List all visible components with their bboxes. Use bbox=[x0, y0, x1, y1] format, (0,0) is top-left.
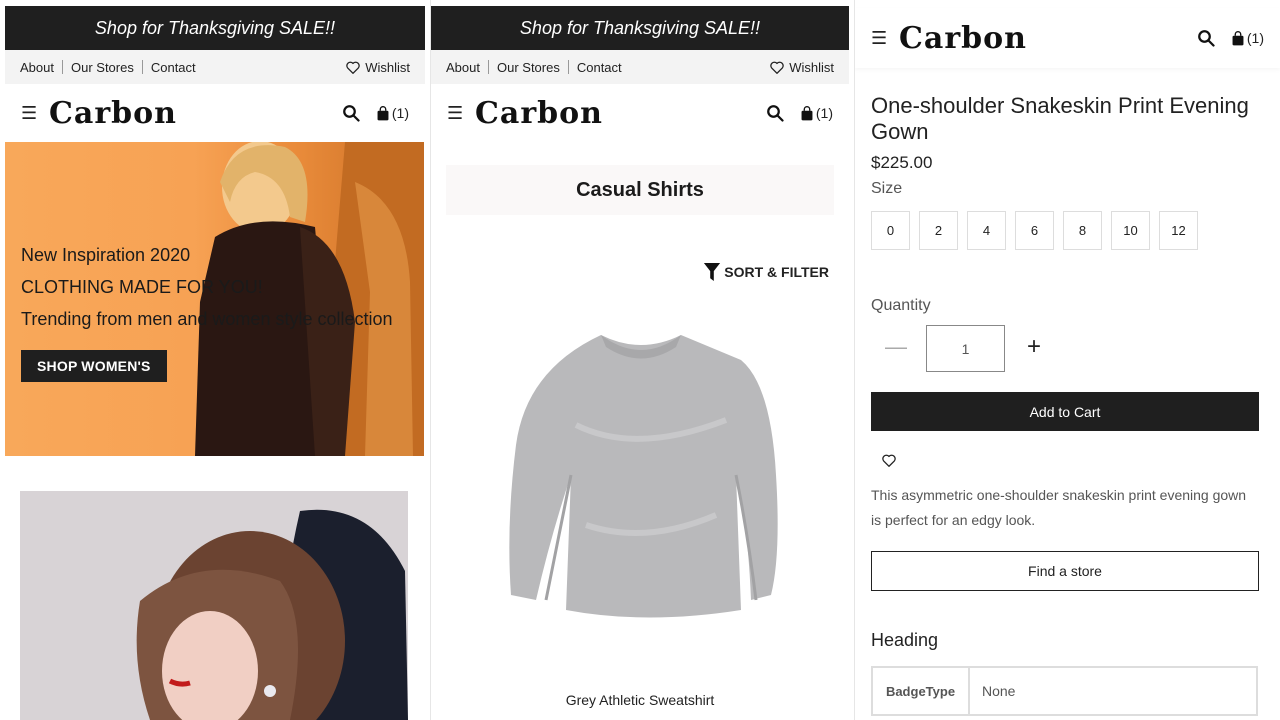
cart-button[interactable]: (1) bbox=[800, 105, 833, 121]
shopping-bag-icon bbox=[377, 105, 389, 120]
site-header: ☰ Carbon (1) bbox=[5, 86, 425, 140]
search-icon[interactable] bbox=[766, 104, 784, 122]
sort-filter-label: SORT & FILTER bbox=[724, 264, 829, 280]
cart-button[interactable]: (1) bbox=[376, 105, 409, 121]
wishlist-link[interactable]: Wishlist bbox=[770, 60, 834, 75]
promo-text: Shop for Thanksgiving SALE!! bbox=[519, 17, 761, 38]
hamburger-icon[interactable]: ☰ bbox=[871, 28, 899, 49]
divider bbox=[61, 60, 63, 74]
hero-line-1: New Inspiration 2020 bbox=[21, 245, 191, 265]
site-header: ☰ Carbon (1) bbox=[431, 86, 849, 140]
product-name-link[interactable]: Grey Athletic Sweatshirt bbox=[431, 692, 849, 708]
heart-icon bbox=[770, 61, 784, 74]
logo[interactable]: Carbon bbox=[899, 21, 1027, 56]
quantity-input[interactable]: 1 bbox=[926, 325, 1005, 372]
quantity-increment-button[interactable]: + bbox=[1027, 333, 1041, 361]
search-icon[interactable] bbox=[1197, 29, 1215, 47]
heart-icon bbox=[346, 61, 360, 74]
find-store-button[interactable]: Find a store bbox=[871, 551, 1259, 591]
hero-line-3: Trending from men and women style collec… bbox=[21, 309, 393, 329]
home-screen: Shop for Thanksgiving SALE!! About Our S… bbox=[0, 0, 430, 720]
divider bbox=[487, 60, 489, 74]
category-title: Casual Shirts bbox=[576, 178, 704, 201]
about-link[interactable]: About bbox=[446, 60, 480, 75]
attribute-key: BadgeType bbox=[873, 668, 970, 714]
model-photo[interactable] bbox=[20, 491, 408, 720]
size-option[interactable]: 10 bbox=[1111, 211, 1150, 250]
wishlist-label: Wishlist bbox=[789, 59, 834, 75]
size-label: Size bbox=[871, 180, 903, 197]
utility-bar: About Our Stores Contact Wishlist bbox=[5, 50, 425, 84]
divider bbox=[141, 60, 143, 74]
logo[interactable]: Carbon bbox=[475, 96, 603, 131]
hero-line-2: CLOTHING MADE FOR YOU! bbox=[21, 277, 263, 297]
category-title-bar: Casual Shirts bbox=[446, 165, 834, 215]
logo[interactable]: Carbon bbox=[49, 96, 177, 131]
model-photo-image bbox=[20, 491, 408, 720]
quantity-decrement-button[interactable]: — bbox=[885, 334, 907, 360]
promo-banner[interactable]: Shop for Thanksgiving SALE!! bbox=[431, 6, 849, 50]
shopping-bag-icon bbox=[1232, 30, 1244, 45]
size-option[interactable]: 2 bbox=[919, 211, 958, 250]
contact-link[interactable]: Contact bbox=[151, 60, 196, 75]
product-image[interactable] bbox=[486, 325, 796, 625]
promo-banner[interactable]: Shop for Thanksgiving SALE!! bbox=[5, 6, 425, 50]
wishlist-label: Wishlist bbox=[365, 59, 410, 75]
size-options: 0 2 4 6 8 10 12 bbox=[871, 211, 1198, 250]
size-option[interactable]: 6 bbox=[1015, 211, 1054, 250]
product-screen: ☰ Carbon (1) One-shoulder Snakeskin Prin… bbox=[854, 0, 1280, 720]
promo-text: Shop for Thanksgiving SALE!! bbox=[94, 17, 336, 38]
header-icons: (1) bbox=[342, 104, 409, 122]
wishlist-heart-icon[interactable] bbox=[882, 454, 896, 467]
hero-banner: New Inspiration 2020 CLOTHING MADE FOR Y… bbox=[5, 142, 424, 456]
product-description: This asymmetric one-shoulder snakeskin p… bbox=[871, 487, 1247, 528]
section-heading: Heading bbox=[871, 630, 939, 650]
attribute-value: None bbox=[982, 683, 1016, 699]
hamburger-icon[interactable]: ☰ bbox=[21, 103, 49, 124]
add-to-cart-button[interactable]: Add to Cart bbox=[871, 392, 1259, 431]
our-stores-link[interactable]: Our Stores bbox=[497, 60, 560, 75]
header-icons: (1) bbox=[766, 104, 833, 122]
quantity-label: Quantity bbox=[871, 297, 931, 314]
cart-count: (1) bbox=[391, 105, 409, 121]
cart-count: (1) bbox=[1246, 30, 1264, 46]
cart-count: (1) bbox=[815, 105, 833, 121]
contact-link[interactable]: Contact bbox=[577, 60, 622, 75]
screen: Shop for Thanksgiving SALE!! About Our S… bbox=[0, 0, 1280, 720]
header-icons: (1) bbox=[1197, 29, 1264, 47]
product-price: $225.00 bbox=[871, 153, 933, 172]
cart-button[interactable]: (1) bbox=[1231, 30, 1264, 46]
product-title: One-shoulder Snakeskin Print Evening Gow… bbox=[871, 93, 1249, 144]
filter-icon bbox=[704, 263, 721, 281]
hamburger-icon[interactable]: ☰ bbox=[447, 103, 475, 124]
site-header: ☰ Carbon (1) bbox=[855, 8, 1280, 68]
shop-womens-button[interactable]: SHOP WOMEN'S bbox=[21, 350, 167, 382]
divider bbox=[567, 60, 569, 74]
shopping-bag-icon bbox=[801, 105, 813, 120]
search-icon[interactable] bbox=[342, 104, 360, 122]
our-stores-link[interactable]: Our Stores bbox=[71, 60, 134, 75]
size-option[interactable]: 4 bbox=[967, 211, 1006, 250]
size-option[interactable]: 0 bbox=[871, 211, 910, 250]
about-link[interactable]: About bbox=[20, 60, 54, 75]
attribute-table: BadgeType None bbox=[871, 666, 1258, 716]
size-option[interactable]: 8 bbox=[1063, 211, 1102, 250]
utility-bar: About Our Stores Contact Wishlist bbox=[431, 50, 849, 84]
size-option[interactable]: 12 bbox=[1159, 211, 1198, 250]
wishlist-link[interactable]: Wishlist bbox=[346, 60, 410, 75]
hero-model-image bbox=[195, 142, 424, 456]
category-screen: Shop for Thanksgiving SALE!! About Our S… bbox=[430, 0, 854, 720]
sort-filter-button[interactable]: SORT & FILTER bbox=[703, 262, 829, 282]
